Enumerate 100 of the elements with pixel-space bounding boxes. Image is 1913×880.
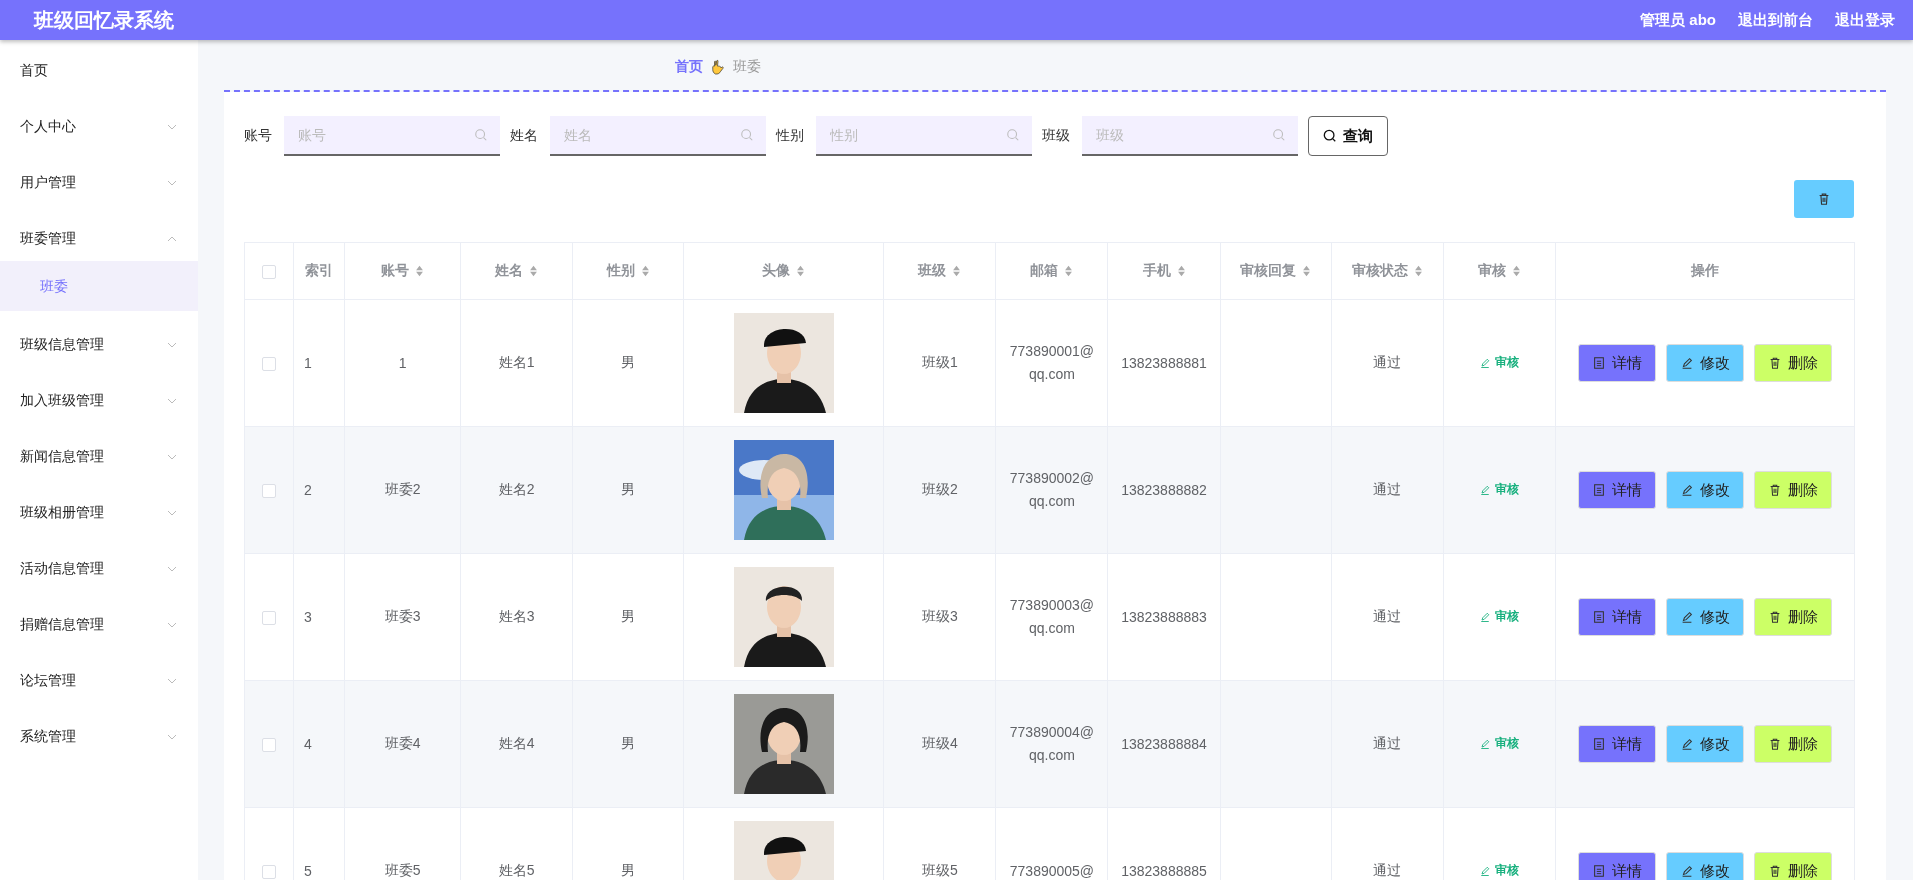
menu-item[interactable]: 个人中心 [0, 99, 198, 155]
sort-icon [1176, 265, 1186, 278]
menu-item[interactable]: 论坛管理 [0, 653, 198, 709]
search-icon [1272, 128, 1286, 142]
table-cell: 通过 [1373, 608, 1402, 624]
audit-link[interactable]: 审核 [1479, 608, 1520, 626]
table-cell: 男 [621, 608, 636, 624]
column-header[interactable]: 班级 [883, 242, 996, 300]
column-header[interactable]: 姓名 [460, 242, 573, 300]
edit-button[interactable]: 修改 [1665, 852, 1744, 880]
search-input[interactable]: 姓名 [550, 116, 740, 154]
audit-link[interactable]: 审核 [1479, 354, 1520, 372]
checkbox[interactable] [262, 484, 276, 499]
column-header[interactable]: 账号 [344, 242, 461, 300]
menu-item[interactable]: 活动信息管理 [0, 541, 198, 597]
delete-button[interactable]: 删除 [1753, 852, 1832, 880]
table-cell: 3 [304, 609, 312, 625]
details-button[interactable]: 详情 [1577, 344, 1656, 382]
menu-item[interactable]: 加入班级管理 [0, 373, 198, 429]
edit-button[interactable]: 修改 [1665, 471, 1744, 509]
search-icon [1323, 129, 1337, 143]
menu-item[interactable]: 新闻信息管理 [0, 429, 198, 485]
pencil-icon [1679, 737, 1694, 751]
table-cell: 男 [621, 735, 636, 751]
delete-button[interactable] [1794, 180, 1854, 218]
edit-button[interactable]: 修改 [1665, 725, 1744, 763]
table-cell: 1 [398, 355, 407, 371]
table-cell: 男 [621, 481, 636, 497]
search-field[interactable]: 性别 [816, 116, 1032, 156]
query-button[interactable]: 查询 [1308, 116, 1388, 156]
menu-item[interactable]: 系统管理 [0, 709, 198, 765]
sort-icon [640, 265, 650, 278]
submenu-item[interactable]: 班委 [0, 261, 198, 311]
menu-item[interactable]: 首页 [0, 43, 198, 99]
search-field[interactable]: 班级 [1082, 116, 1298, 156]
audit-link[interactable]: 审核 [1479, 735, 1520, 753]
table-cell: 13823888885 [1121, 863, 1207, 879]
header-link[interactable]: 管理员 abo [1640, 10, 1716, 30]
search-input[interactable]: 性别 [816, 116, 1006, 154]
sort-icon [415, 265, 425, 278]
header-link[interactable]: 退出登录 [1835, 10, 1895, 30]
filter-label: 性别 [776, 127, 804, 145]
search-input[interactable]: 账号 [284, 116, 474, 154]
column-header[interactable]: 头像 [683, 242, 884, 300]
column-header[interactable]: 手机 [1107, 242, 1221, 300]
table-cell: 男 [621, 354, 636, 370]
sort-icon [1413, 265, 1423, 278]
details-button[interactable]: 详情 [1577, 598, 1656, 636]
table-cell: 姓名2 [498, 481, 535, 497]
sort-icon [1511, 265, 1521, 278]
column-header[interactable]: 审核 [1443, 242, 1556, 300]
search-field[interactable]: 姓名 [550, 116, 766, 156]
table-cell: 姓名4 [498, 735, 535, 751]
edit-button[interactable]: 修改 [1665, 344, 1744, 382]
search-input[interactable]: 班级 [1082, 116, 1272, 154]
search-icon [1006, 128, 1020, 142]
column-header[interactable]: 邮箱 [995, 242, 1108, 300]
table-cell: 通过 [1373, 481, 1402, 497]
edit-button[interactable]: 修改 [1665, 598, 1744, 636]
details-button[interactable]: 详情 [1577, 852, 1656, 880]
delete-button[interactable]: 删除 [1753, 725, 1832, 763]
table-cell: 班委4 [384, 735, 421, 751]
hand-icon [711, 59, 725, 75]
table-cell: 班委5 [384, 862, 421, 878]
checkbox[interactable] [262, 611, 276, 626]
pencil-icon [1479, 610, 1492, 623]
breadcrumb-item[interactable]: 班委 [733, 58, 761, 76]
audit-link[interactable]: 审核 [1479, 481, 1520, 499]
breadcrumb-item[interactable]: 首页 [675, 58, 703, 76]
column-header: 操作 [1555, 242, 1855, 300]
search-field[interactable]: 账号 [284, 116, 500, 156]
delete-button[interactable]: 删除 [1753, 471, 1832, 509]
table-cell-text: 773890005@ [1008, 861, 1096, 880]
audit-link[interactable]: 审核 [1479, 862, 1520, 880]
checkbox[interactable] [262, 265, 276, 280]
pencil-icon [1479, 483, 1492, 496]
table-cell: 班级2 [921, 481, 958, 497]
delete-button[interactable]: 删除 [1753, 598, 1832, 636]
checkbox[interactable] [262, 738, 276, 753]
sort-icon [952, 265, 962, 278]
app-title: 班级回忆录系统 [34, 7, 174, 33]
details-button[interactable]: 详情 [1577, 725, 1656, 763]
sort-icon [1302, 265, 1312, 278]
column-header[interactable]: 审核回复 [1220, 242, 1332, 300]
header-link[interactable]: 退出到前台 [1738, 10, 1813, 30]
delete-button[interactable]: 删除 [1753, 344, 1832, 382]
column-header[interactable]: 性别 [572, 242, 684, 300]
checkbox[interactable] [262, 357, 276, 372]
table-cell: 班委3 [384, 608, 421, 624]
menu-item[interactable]: 捐赠信息管理 [0, 597, 198, 653]
menu-item[interactable]: 用户管理 [0, 155, 198, 211]
table-cell: 通过 [1373, 735, 1402, 751]
table-cell: 姓名5 [498, 862, 535, 878]
table-cell: 姓名1 [498, 354, 535, 370]
checkbox[interactable] [262, 865, 276, 880]
column-header[interactable]: 审核状态 [1331, 242, 1444, 300]
menu-item[interactable]: 班级相册管理 [0, 485, 198, 541]
details-button[interactable]: 详情 [1577, 471, 1656, 509]
filter-label: 账号 [244, 127, 272, 145]
menu-item[interactable]: 班级信息管理 [0, 317, 198, 373]
